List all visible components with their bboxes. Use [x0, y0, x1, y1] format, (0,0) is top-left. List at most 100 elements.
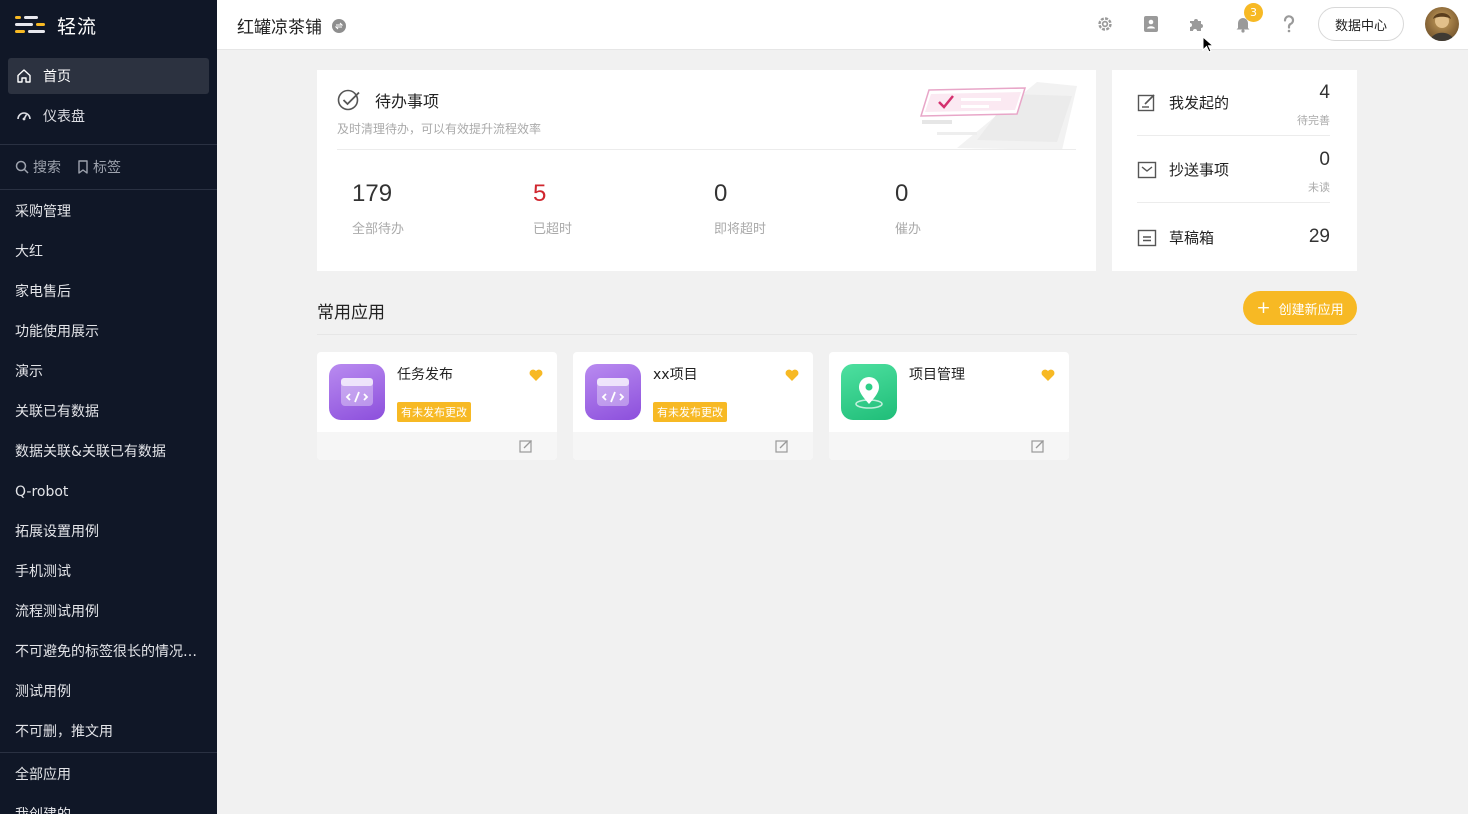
top-bar: 红罐凉茶铺 3 数据中心 — [217, 0, 1468, 50]
sidebar-app-item[interactable]: 不可删，推文用 — [0, 712, 217, 752]
avatar[interactable] — [1425, 7, 1459, 41]
stat-overdue[interactable]: 5 已超时 — [533, 180, 572, 237]
sidebar-app-item[interactable]: 测试用例 — [0, 672, 217, 712]
plugins-button[interactable] — [1187, 14, 1207, 34]
edit-icon[interactable] — [775, 439, 789, 453]
search-icon — [15, 160, 29, 174]
app-card-footer — [829, 432, 1069, 460]
brand-name: 轻流 — [57, 15, 98, 38]
edit-icon[interactable] — [1031, 439, 1045, 453]
question-icon — [1283, 15, 1295, 33]
sidebar-item-label: 首页 — [43, 69, 71, 85]
todo-header: 待办事项 — [337, 88, 439, 112]
sidebar-item-my-created[interactable]: 我创建的 — [0, 795, 217, 814]
sidebar-app-item[interactable]: 拓展设置用例 — [0, 512, 217, 552]
stat-value: 0 — [714, 180, 728, 207]
mouse-cursor-icon — [1202, 36, 1214, 53]
draft-icon — [1137, 229, 1157, 246]
sidebar: 轻流 首页 仪表盘 搜索 标签 采购管理 大红 家电售后 功能使用展示 演示 关… — [0, 0, 217, 814]
todo-divider — [337, 149, 1076, 150]
edit-icon[interactable] — [519, 439, 533, 453]
logo-icon — [15, 14, 47, 36]
contacts-button[interactable] — [1141, 14, 1161, 34]
todo-title: 待办事项 — [375, 92, 440, 111]
puzzle-icon — [1190, 19, 1203, 31]
create-app-button[interactable]: + 创建新应用 — [1243, 291, 1357, 325]
home-icon — [15, 67, 33, 85]
stat-near-overdue[interactable]: 0 即将超时 — [714, 180, 766, 237]
search-tag-row: 搜索 标签 — [0, 145, 217, 190]
workspace-name: 红罐凉茶铺 — [237, 18, 322, 38]
stat-label: 催办 — [895, 222, 922, 237]
section-title: 常用应用 — [317, 303, 385, 323]
app-card[interactable]: 项目管理 — [829, 352, 1069, 460]
my-initiated-row[interactable]: 我发起的 — [1137, 92, 1330, 113]
sidebar-item-label: 仪表盘 — [43, 109, 85, 125]
row-label: 抄送事项 — [1169, 161, 1230, 179]
sidebar-app-item[interactable]: 演示 — [0, 352, 217, 392]
stat-all-todo[interactable]: 179 全部待办 — [352, 180, 404, 237]
sidebar-app-item[interactable]: 采购管理 — [0, 192, 217, 232]
sidebar-app-item[interactable]: 不可避免的标签很长的情况，... — [0, 632, 217, 672]
stat-label: 已超时 — [533, 222, 573, 237]
favorite-heart-icon[interactable] — [785, 366, 799, 385]
app-card-footer — [573, 432, 813, 460]
my-items-card: 我发起的 4 待完善 抄送事项 0 未读 草稿箱 29 — [1112, 70, 1357, 271]
sidebar-app-item[interactable]: 家电售后 — [0, 272, 217, 312]
contacts-icon — [1144, 16, 1158, 32]
logo[interactable]: 轻流 — [0, 0, 217, 50]
edit-doc-icon — [1137, 93, 1155, 111]
cc-items-sub: 未读 — [1308, 181, 1330, 194]
sidebar-app-item[interactable]: 关联已有数据 — [0, 392, 217, 432]
unpublished-badge: 有未发布更改 — [397, 402, 471, 422]
notification-badge: 3 — [1244, 3, 1263, 22]
search-button[interactable]: 搜索 — [15, 157, 61, 177]
workspace-switcher[interactable]: 红罐凉茶铺 — [237, 13, 346, 38]
favorite-heart-icon[interactable] — [529, 366, 543, 385]
code-window-icon — [329, 364, 385, 420]
map-pin-icon — [841, 364, 897, 420]
settings-button[interactable] — [1095, 14, 1115, 34]
sidebar-item-dashboard[interactable]: 仪表盘 — [8, 98, 209, 134]
check-circle-icon — [337, 89, 360, 111]
sidebar-item-home[interactable]: 首页 — [8, 58, 209, 94]
row-label: 我发起的 — [1169, 94, 1230, 112]
app-list: 采购管理 大红 家电售后 功能使用展示 演示 关联已有数据 数据关联&关联已有数… — [0, 190, 217, 753]
switch-icon — [332, 18, 346, 33]
app-card[interactable]: 任务发布 有未发布更改 — [317, 352, 557, 460]
app-name: xx项目 — [653, 367, 698, 383]
cc-items-row[interactable]: 抄送事项 — [1137, 159, 1330, 180]
app-name: 项目管理 — [909, 367, 965, 383]
stat-urged[interactable]: 0 催办 — [895, 180, 921, 237]
unpublished-badge: 有未发布更改 — [653, 402, 727, 422]
stat-value: 179 — [352, 180, 393, 207]
sidebar-item-all-apps[interactable]: 全部应用 — [0, 755, 217, 795]
my-initiated-count: 4 — [1319, 82, 1330, 103]
code-window-icon — [585, 364, 641, 420]
favorite-heart-icon[interactable] — [1041, 366, 1055, 385]
row-label: 草稿箱 — [1169, 229, 1215, 247]
app-card[interactable]: xx项目 有未发布更改 — [573, 352, 813, 460]
stat-value: 5 — [533, 180, 547, 207]
sidebar-app-item[interactable]: 数据关联&关联已有数据 — [0, 432, 217, 472]
todo-illustration — [917, 80, 1082, 159]
tags-button[interactable]: 标签 — [77, 157, 121, 177]
divider — [1137, 135, 1330, 136]
divider — [1137, 202, 1330, 203]
todo-subtitle: 及时清理待办，可以有效提升流程效率 — [337, 122, 542, 136]
create-app-label: 创建新应用 — [1278, 302, 1344, 318]
help-button[interactable] — [1279, 14, 1299, 34]
drafts-row[interactable]: 草稿箱 — [1137, 227, 1330, 248]
sidebar-app-item[interactable]: 功能使用展示 — [0, 312, 217, 352]
sidebar-app-item[interactable]: Q-robot — [0, 472, 217, 512]
stat-label: 即将超时 — [714, 222, 767, 237]
plus-icon: + — [1256, 298, 1271, 318]
app-card-footer — [317, 432, 557, 460]
sidebar-app-item[interactable]: 大红 — [0, 232, 217, 272]
sidebar-app-item[interactable]: 手机测试 — [0, 552, 217, 592]
main-nav: 首页 仪表盘 — [0, 50, 217, 145]
sidebar-app-item[interactable]: 流程测试用例 — [0, 592, 217, 632]
cc-items-count: 0 — [1319, 149, 1330, 170]
data-center-button[interactable]: 数据中心 — [1318, 7, 1404, 41]
dashboard-icon — [15, 107, 33, 125]
